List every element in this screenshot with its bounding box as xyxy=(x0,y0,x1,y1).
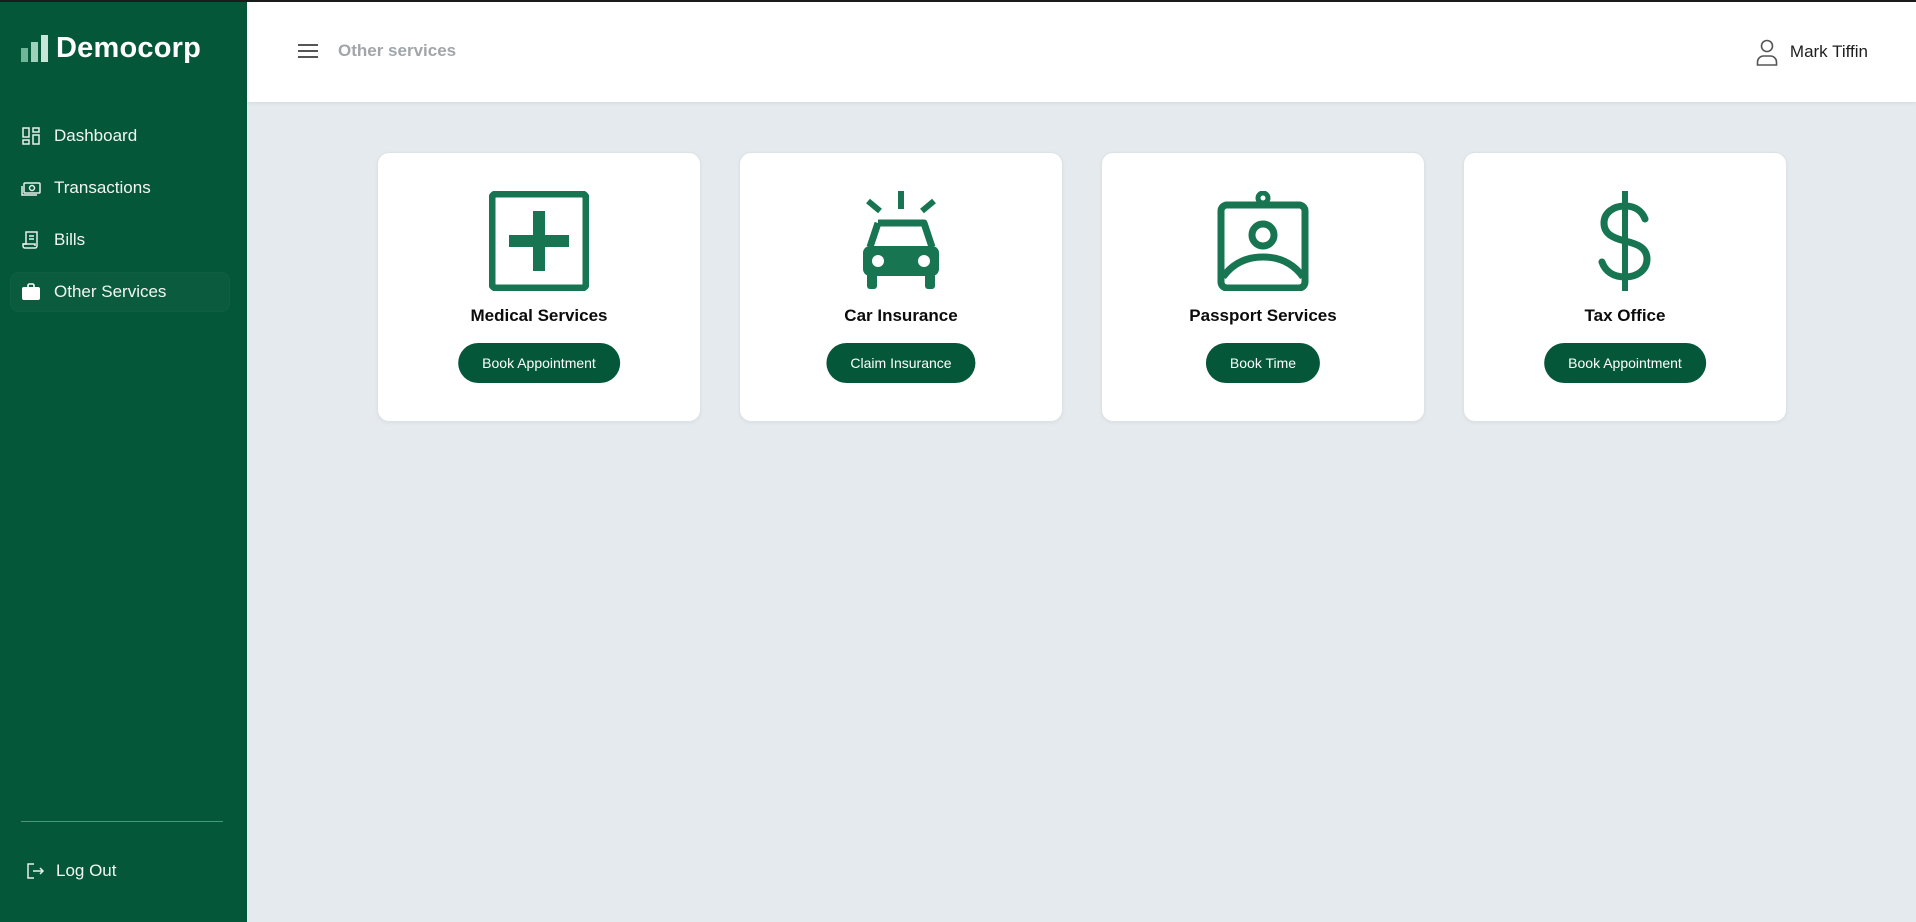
user-menu[interactable]: Mark Tiffin xyxy=(1756,38,1868,66)
sidebar-nav: Dashboard Transactions Bills Other Servi… xyxy=(10,116,230,324)
service-title: Passport Services xyxy=(1189,306,1337,325)
brand-name: Democorp xyxy=(56,32,202,64)
cash-icon xyxy=(20,177,42,199)
hamburger-menu-icon[interactable] xyxy=(297,42,319,60)
breadcrumb: Other services xyxy=(338,41,457,60)
sidebar-divider xyxy=(21,821,223,822)
sidebar-item-transactions[interactable]: Transactions xyxy=(10,168,230,208)
book-appointment-button[interactable]: Book Appointment xyxy=(1544,343,1706,383)
book-time-button[interactable]: Book Time xyxy=(1205,343,1321,383)
user-name: Mark Tiffin xyxy=(1789,42,1868,61)
medical-cross-icon xyxy=(489,191,589,291)
logout-button[interactable]: Log Out xyxy=(24,860,117,882)
services-grid: Medical Services Book Appointment Car In… xyxy=(377,152,1787,422)
receipt-icon xyxy=(20,229,42,251)
sidebar-item-label: Dashboard xyxy=(54,126,138,145)
sidebar-item-label: Bills xyxy=(54,230,86,249)
bar-chart-logo-icon xyxy=(21,34,48,62)
service-card-car-insurance: Car Insurance Claim Insurance xyxy=(739,152,1063,422)
sidebar-item-dashboard[interactable]: Dashboard xyxy=(10,116,230,156)
user-icon xyxy=(1756,39,1778,66)
claim-insurance-button[interactable]: Claim Insurance xyxy=(826,343,976,383)
briefcase-icon xyxy=(20,281,42,303)
topbar: Other services Mark Tiffin xyxy=(247,2,1916,102)
sidebar-item-label: Other Services xyxy=(54,282,167,301)
dashboard-icon xyxy=(20,125,42,147)
dollar-icon xyxy=(1598,191,1651,291)
car-alert-icon xyxy=(863,191,939,289)
sidebar-item-other-services[interactable]: Other Services xyxy=(10,272,230,312)
sidebar-item-bills[interactable]: Bills xyxy=(10,220,230,260)
service-card-passport: Passport Services Book Time xyxy=(1101,152,1425,422)
id-badge-icon xyxy=(1217,191,1309,291)
service-title: Medical Services xyxy=(470,306,608,325)
book-appointment-button[interactable]: Book Appointment xyxy=(458,343,620,383)
service-card-medical: Medical Services Book Appointment xyxy=(377,152,701,422)
sidebar-item-label: Transactions xyxy=(54,178,151,197)
service-title: Car Insurance xyxy=(844,306,958,325)
sidebar: Democorp Dashboard Transactions Bills Ot… xyxy=(0,0,247,922)
logout-icon xyxy=(24,860,46,882)
window-top-border xyxy=(0,0,1916,2)
service-title: Tax Office xyxy=(1584,306,1666,325)
logout-label: Log Out xyxy=(56,861,117,880)
brand[interactable]: Democorp xyxy=(20,32,201,65)
service-card-tax-office: Tax Office Book Appointment xyxy=(1463,152,1787,422)
